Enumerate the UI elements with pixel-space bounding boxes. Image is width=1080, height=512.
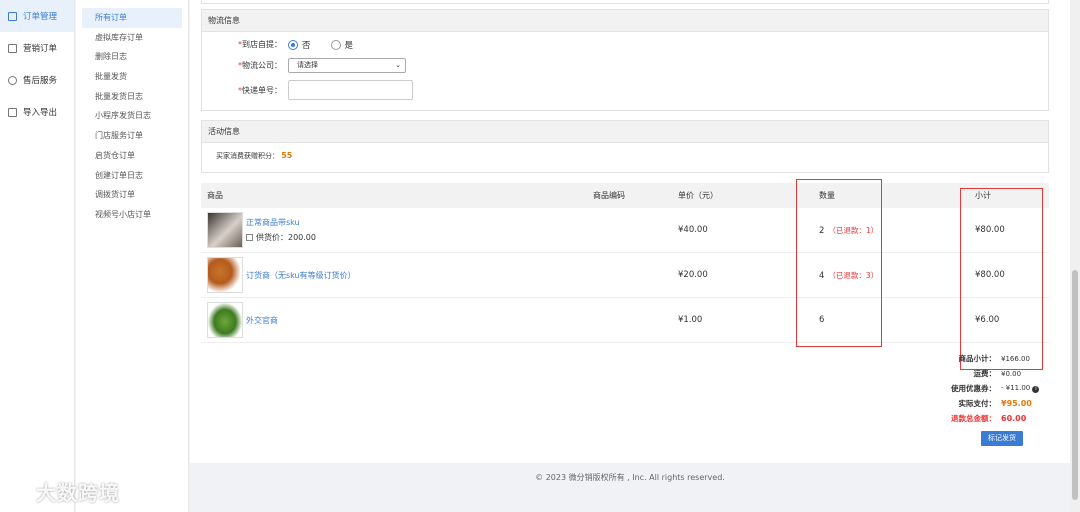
- subnav-batch-ship-log[interactable]: 批量发货日志: [82, 87, 182, 107]
- watermark: 大数跨境: [8, 477, 120, 506]
- company-row: *物流公司： 请选择 ⌄: [202, 55, 1048, 76]
- watermark-logo-icon: [8, 482, 32, 501]
- nav-label: 导入导出: [23, 108, 58, 118]
- nav-marketing-orders[interactable]: 营销订单: [0, 32, 74, 64]
- header-product: 商品: [207, 191, 223, 200]
- product-name-link[interactable]: 订货商（无sku有等级订货价）: [246, 270, 356, 281]
- product-cell: 正常商品带sku 供货价：200.00: [201, 212, 593, 248]
- tracking-row: *快递单号：: [202, 76, 1048, 104]
- price-cell: ¥1.00: [678, 315, 703, 325]
- table-header: 商品 商品编码 单价（元） 数量 小计: [201, 183, 1049, 208]
- price-cell: ¥40.00: [678, 225, 708, 235]
- subnav-all-orders[interactable]: 所有订单: [82, 8, 182, 28]
- subnav-warehouse-orders[interactable]: 启货仓订单: [82, 146, 182, 166]
- import-icon: [8, 107, 17, 117]
- supply-price: 供货价：200.00: [246, 232, 316, 243]
- coupon-row: 使用优惠券： - ¥11.00 i: [951, 381, 1040, 396]
- company-label: *物流公司：: [238, 61, 282, 70]
- main-content: 物流信息 *到店自提： 否 是 *物流公司： 请选择 ⌄ *快递单号： 活动信息 …: [190, 0, 1070, 512]
- subnav-virtual-stock-orders[interactable]: 虚拟库存订单: [82, 28, 182, 48]
- document-icon: [8, 11, 17, 21]
- product-table: 商品 商品编码 单价（元） 数量 小计 正常商品带sku 供货价：200.00 …: [201, 183, 1049, 343]
- radio-empty-icon: [330, 39, 341, 50]
- goods-total-row: 商品小计： ¥166.00: [958, 354, 1030, 363]
- document-icon: [8, 43, 17, 53]
- points-value: 55: [281, 151, 293, 160]
- nav-label: 营销订单: [23, 44, 58, 54]
- chevron-down-icon: ⌄: [395, 61, 401, 69]
- order-summary: 商品小计： ¥166.00 运费： ¥0.00 使用优惠券： - ¥11.00 i 实…: [951, 351, 1040, 426]
- subnav-create-order-log[interactable]: 创建订单日志: [82, 166, 182, 186]
- pickup-row: *到店自提： 否 是: [202, 34, 1048, 55]
- activity-title: 活动信息: [202, 121, 1048, 143]
- nav-label: 售后服务: [23, 76, 58, 86]
- product-name-link[interactable]: 正常商品带sku: [246, 217, 316, 228]
- watermark-text: 大数跨境: [36, 481, 120, 505]
- logistics-company-select[interactable]: 请选择 ⌄: [288, 58, 406, 73]
- points-label: 买家消费获赠积分：: [216, 152, 279, 160]
- subnav-delete-log[interactable]: 删除日志: [82, 47, 182, 67]
- header-code: 商品编码: [593, 191, 625, 200]
- radio-label: 否: [302, 40, 311, 51]
- tracking-label: *快递单号：: [238, 85, 282, 95]
- points-row: 买家消费获赠积分： 55: [202, 143, 1048, 161]
- nav-order-management[interactable]: 订单管理: [0, 0, 74, 32]
- table-row: 正常商品带sku 供货价：200.00 ¥40.00 2 （已退款：1） ¥80.…: [201, 208, 1049, 253]
- product-cell: 订货商（无sku有等级订货价）: [201, 257, 593, 293]
- qty-highlight-box: [796, 179, 882, 347]
- product-cell: 外交官商: [201, 302, 593, 338]
- logistics-card: 物流信息 *到店自提： 否 是 *物流公司： 请选择 ⌄ *快递单号：: [201, 9, 1049, 111]
- refund-total-row: 退款总金额： 60.00: [951, 414, 1027, 423]
- subnav-batch-ship[interactable]: 批量发货: [82, 67, 182, 87]
- header-price: 单价（元）: [678, 191, 718, 200]
- nav-after-sales[interactable]: 售后服务: [0, 64, 74, 96]
- product-image: [207, 302, 243, 338]
- headset-icon: [8, 75, 17, 85]
- paid-row: 实际支付： ¥95.00: [958, 399, 1032, 408]
- price-cell: ¥20.00: [678, 270, 708, 280]
- pickup-label: *到店自提：: [238, 40, 282, 49]
- primary-sidebar: 订单管理 营销订单 售后服务 导入导出: [0, 0, 75, 512]
- prev-card-edge: [201, 0, 1049, 4]
- page-scrollbar[interactable]: [1070, 0, 1080, 512]
- info-icon[interactable]: i: [1032, 386, 1040, 393]
- nav-import-export[interactable]: 导入导出: [0, 96, 74, 128]
- secondary-sidebar: 所有订单 虚拟库存订单 删除日志 批量发货 批量发货日志 小程序发货日志 门店服…: [76, 0, 189, 512]
- table-row: 外交官商 ¥1.00 6 ¥6.00: [201, 298, 1049, 343]
- product-image: [207, 257, 243, 293]
- radio-selected-icon: [288, 39, 298, 50]
- activity-card: 活动信息 买家消费获赠积分： 55: [201, 120, 1049, 173]
- pickup-yes-radio[interactable]: 是: [330, 39, 354, 51]
- scrollbar-thumb[interactable]: [1072, 270, 1078, 500]
- tag-icon: [246, 234, 253, 241]
- subnav-store-service-orders[interactable]: 门店服务订单: [82, 126, 182, 146]
- subnav-transfer-orders[interactable]: 调拨货订单: [82, 185, 182, 205]
- pickup-no-radio[interactable]: 否: [288, 39, 311, 51]
- subtotal-highlight-box: [960, 188, 1043, 370]
- subnav-video-shop-orders[interactable]: 视频号小店订单: [82, 205, 182, 225]
- nav-label: 订单管理: [23, 12, 58, 22]
- radio-label: 是: [344, 40, 354, 51]
- subnav-miniapp-ship-log[interactable]: 小程序发货日志: [82, 106, 182, 126]
- table-row: 订货商（无sku有等级订货价） ¥20.00 4 （已退款：3） ¥80.00: [201, 253, 1049, 298]
- tracking-number-input[interactable]: [288, 80, 413, 100]
- mark-shipped-button[interactable]: 标记发货: [981, 431, 1023, 446]
- freight-row: 运费： ¥0.00: [973, 369, 1022, 378]
- footer-copyright: © 2023 微分销版权所有 , Inc. All rights reserve…: [535, 473, 725, 482]
- product-image: [207, 212, 243, 248]
- logistics-title: 物流信息: [202, 10, 1048, 32]
- product-name-link[interactable]: 外交官商: [246, 315, 278, 326]
